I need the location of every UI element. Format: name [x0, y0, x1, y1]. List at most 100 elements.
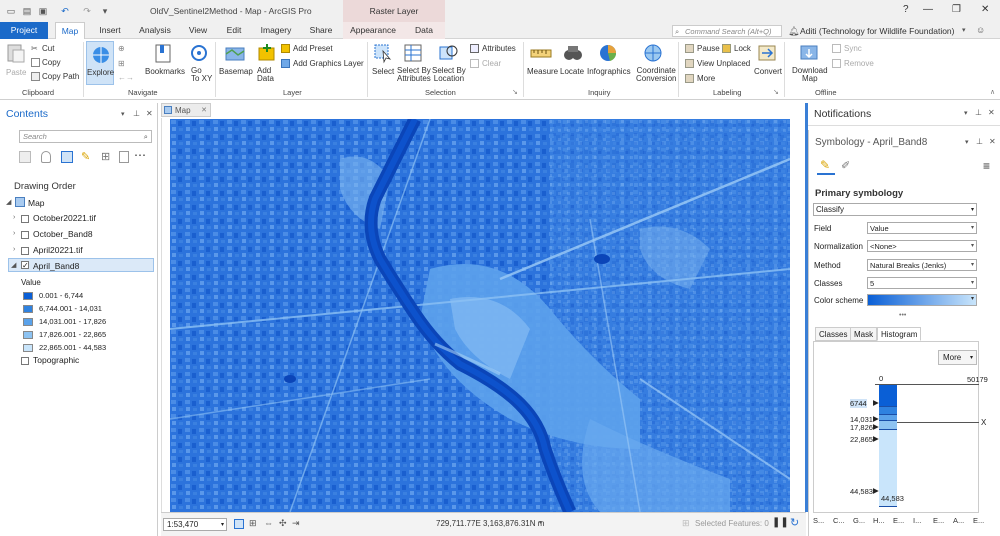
map-view[interactable] [170, 119, 790, 512]
basemap-button[interactable]: Basemap [219, 67, 253, 76]
add-preset-button[interactable]: Add Preset [293, 44, 333, 53]
coordinate-format-dropdown-icon[interactable]: ▾ [539, 519, 542, 526]
tab-map[interactable]: Map [55, 22, 85, 40]
menu-icon[interactable]: ≡ [983, 159, 990, 173]
layer-item-topographic[interactable]: Topographic [33, 355, 79, 365]
convert-icon[interactable] [756, 42, 778, 64]
expand-icon[interactable]: › [13, 214, 15, 221]
map-item[interactable]: Map [28, 198, 45, 208]
tab-insert[interactable]: Insert [92, 22, 128, 39]
tab-mask[interactable]: Mask [850, 327, 878, 341]
notification-bell-icon[interactable]: 🔔︎ [788, 26, 799, 37]
customize-toolbar-icon[interactable]: ▾ [100, 6, 110, 16]
layer-checkbox-checked[interactable]: ✓ [21, 261, 29, 270]
bottom-tab[interactable]: C... [833, 516, 845, 525]
primary-symbology-tab[interactable]: ✎ [817, 157, 835, 175]
download-map-button[interactable]: Download Map [792, 67, 828, 83]
add-data-button[interactable]: Add Data [257, 67, 274, 83]
layer-item-april20221-tif[interactable]: April20221.tif [33, 245, 83, 255]
explore-button[interactable]: Explore [86, 41, 114, 85]
contents-search-input[interactable]: Search ⌕ [19, 130, 152, 143]
download-map-icon[interactable] [798, 42, 820, 64]
collapse-ribbon-icon[interactable]: ∧ [990, 88, 995, 96]
bottom-tab[interactable]: E... [893, 516, 904, 525]
map-collapse-icon[interactable]: ◢ [6, 198, 11, 206]
lock-button[interactable]: Lock [734, 44, 751, 53]
tab-data[interactable]: Data [403, 22, 445, 39]
fixed-scale-icon[interactable] [234, 519, 244, 529]
coordinate-conversion-button[interactable]: Coordinate Conversion [636, 67, 676, 83]
layer-item-april-band8[interactable]: April_Band8 [33, 261, 79, 271]
tab-edit[interactable]: Edit [220, 22, 248, 39]
go-to-xy-icon[interactable] [188, 42, 210, 64]
legend-swatch[interactable] [23, 305, 33, 313]
help-button[interactable]: ? [903, 4, 909, 15]
more-button[interactable]: More ▾ [938, 350, 977, 365]
pin-icon[interactable]: ⊥ [975, 108, 982, 117]
attributes-button[interactable]: Attributes [482, 44, 516, 53]
legend-swatch[interactable] [23, 292, 33, 300]
paste-icon[interactable] [5, 42, 27, 64]
scale-dropdown[interactable]: 1:53,470 ▾ [163, 518, 227, 531]
select-button[interactable]: Select [372, 67, 394, 76]
scroll-icon[interactable]: ⇔ [264, 518, 273, 528]
basemap-icon[interactable] [224, 42, 246, 64]
expand-icon[interactable]: › [13, 230, 15, 237]
class-break-handle-icon[interactable]: ▶ [873, 422, 879, 431]
undo-icon[interactable]: ↶ [60, 6, 70, 16]
pin-icon[interactable]: ⊥ [976, 137, 983, 146]
rotation-icon[interactable]: ✣ [279, 518, 287, 529]
select-by-location-button[interactable]: Select By Location [432, 67, 466, 83]
tab-histogram[interactable]: Histogram [877, 327, 922, 341]
list-by-editing-icon[interactable]: ✎ [81, 150, 90, 163]
class-break-value[interactable]: 44,583 [850, 487, 873, 496]
cut-button[interactable]: Cut [42, 44, 54, 53]
add-data-icon[interactable] [256, 42, 278, 64]
pause-icon[interactable]: ❚❚ [772, 517, 789, 528]
tab-view[interactable]: View [183, 22, 213, 39]
list-by-drawing-order-icon[interactable] [19, 151, 31, 163]
tab-project[interactable]: Project [0, 22, 48, 39]
open-project-icon[interactable]: ▤ [22, 6, 32, 16]
clear-button[interactable]: Clear [482, 59, 501, 68]
select-by-location-icon[interactable] [437, 42, 459, 64]
grid-icon[interactable]: ⊞ [249, 518, 257, 529]
bottom-tab[interactable]: I... [913, 516, 921, 525]
copy-button[interactable]: Copy [42, 58, 61, 67]
pause-button[interactable]: Pause [697, 44, 720, 53]
pane-options-icon[interactable]: ▾ [964, 109, 968, 117]
restore-button[interactable]: ❐ [952, 4, 961, 15]
class-break-handle-icon[interactable]: ▶ [873, 486, 879, 495]
close-pane-icon[interactable]: ✕ [146, 109, 153, 118]
previous-extent-icon[interactable]: ←→ [118, 73, 134, 82]
new-project-icon[interactable]: ▭ [6, 6, 16, 16]
layer-item-april-band8-selected[interactable] [8, 258, 154, 272]
legend-swatch[interactable] [23, 344, 33, 352]
list-by-data-source-icon[interactable] [41, 151, 51, 163]
more-options-icon[interactable]: ⋯ [134, 148, 146, 162]
copy-path-button[interactable]: Copy Path [42, 72, 79, 81]
user-name[interactable]: Aditi (Technology for Wildlife Foundatio… [800, 26, 955, 36]
select-by-attributes-button[interactable]: Select By Attributes [397, 67, 431, 83]
tab-classes[interactable]: Classes [815, 327, 852, 341]
bottom-tab[interactable]: A... [953, 516, 964, 525]
class-break-value[interactable]: 17,826 [850, 423, 873, 432]
pin-icon[interactable]: ⊥ [133, 109, 140, 118]
renderer-dropdown[interactable]: Classify ▾ [813, 203, 977, 216]
refresh-icon[interactable]: ↻ [790, 516, 799, 529]
pane-options-icon[interactable]: ▾ [965, 138, 969, 146]
go-to-xy-button[interactable]: Go To XY [191, 67, 212, 83]
full-extent-icon[interactable]: ⊞ [118, 59, 125, 68]
coordinate-conversion-icon[interactable] [642, 42, 664, 64]
classes-dropdown[interactable]: 5 ▾ [867, 277, 977, 289]
bottom-tab[interactable]: E... [973, 516, 984, 525]
expand-icon[interactable]: › [13, 246, 15, 253]
bottom-tab[interactable]: G... [853, 516, 865, 525]
list-by-selection-icon[interactable] [61, 151, 73, 163]
bottom-tab[interactable]: S... [813, 516, 824, 525]
layer-checkbox[interactable] [21, 215, 29, 223]
command-search-input[interactable]: ⌕ Command Search (Alt+Q) [672, 25, 782, 37]
splitter-handle-icon[interactable]: ••• [899, 312, 906, 319]
zoom-in-icon[interactable]: ⊕ [118, 44, 125, 53]
legend-swatch[interactable] [23, 331, 33, 339]
